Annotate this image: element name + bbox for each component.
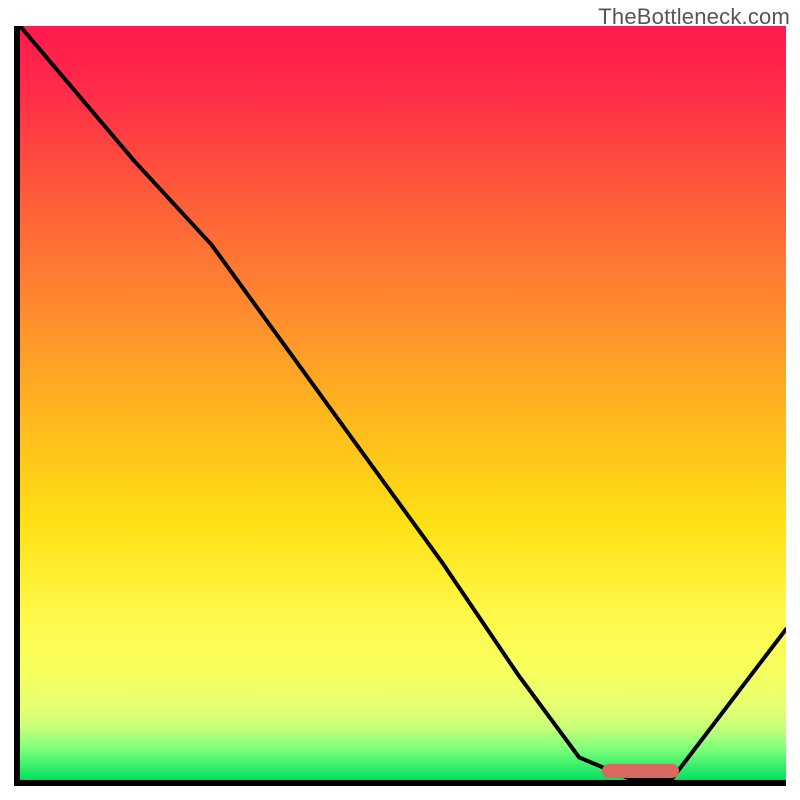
- plot-frame: [14, 26, 786, 786]
- bottleneck-curve-path: [20, 26, 786, 780]
- bottleneck-chart: TheBottleneck.com: [0, 0, 800, 800]
- watermark-text: TheBottleneck.com: [598, 4, 790, 30]
- curve-svg: [20, 26, 786, 780]
- plot-area: [20, 26, 786, 780]
- optimal-range-marker: [602, 764, 679, 778]
